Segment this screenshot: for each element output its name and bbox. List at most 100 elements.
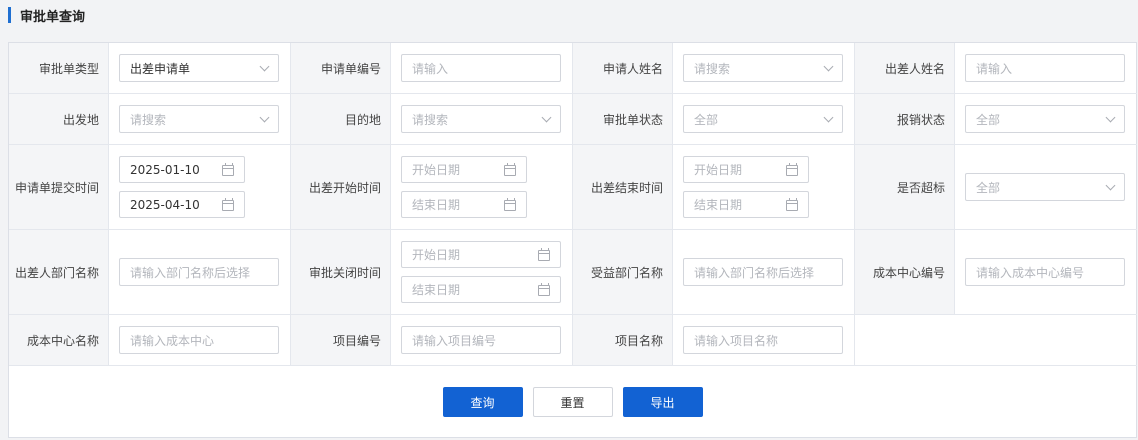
calendar-icon [504,163,516,176]
over-standard-select[interactable]: 全部 [965,173,1125,201]
export-button[interactable]: 导出 [622,387,703,417]
destination-select[interactable]: 请搜索 [401,105,561,133]
page-title: 审批单查询 [20,9,86,25]
approval-status-label: 审批单状态 [573,94,673,144]
cost-center-no-input[interactable]: 请输入成本中心编号 [965,258,1125,286]
close-time-end-input[interactable]: 结束日期 [401,276,561,303]
traveler-name-cell: 请输入 [955,43,1137,93]
form-row: 出差人部门名称 请输入部门名称后选择 审批关闭时间 开始日期 结束日期 受益部门… [9,230,1137,315]
calendar-icon [222,198,234,211]
destination-label: 目的地 [291,94,391,144]
project-name-placeholder: 请输入项目名称 [694,333,779,348]
chevron-down-icon [541,112,552,123]
cost-center-no-placeholder: 请输入成本中心编号 [976,265,1085,280]
over-standard-label: 是否超标 [855,145,955,229]
submit-time-start-input[interactable]: 2025-01-10 [119,156,245,183]
chevron-down-icon [823,61,834,72]
trip-start-time-start-input[interactable]: 开始日期 [401,156,527,183]
approval-type-select[interactable]: 出差申请单 [119,54,279,82]
traveler-name-input[interactable]: 请输入 [965,54,1125,82]
calendar-icon [538,248,550,261]
search-form-grid: 审批单类型 出差申请单 申请单编号 请输入 申请人姓名 请搜索 出差人姓名 请输… [9,43,1137,366]
cost-center-name-cell: 请输入成本中心 [109,315,291,365]
project-no-cell: 请输入项目编号 [391,315,573,365]
cost-center-name-label: 成本中心名称 [9,315,109,365]
approval-status-cell: 全部 [673,94,855,144]
benefit-dept-placeholder: 请输入部门名称后选择 [694,265,815,280]
close-time-label: 审批关闭时间 [291,230,391,314]
form-row: 申请单提交时间 2025-01-10 2025-04-10 出差开始时间 开始日… [9,145,1137,230]
calendar-icon [504,198,516,211]
trip-start-time-end-placeholder: 结束日期 [412,198,461,212]
application-no-placeholder: 请输入 [412,61,449,76]
cost-center-no-label: 成本中心编号 [855,230,955,314]
form-actions: 查询 重置 导出 [9,387,1136,417]
traveler-name-placeholder: 请输入 [976,61,1013,76]
close-time-start-placeholder: 开始日期 [412,248,461,262]
cost-center-name-input[interactable]: 请输入成本中心 [119,326,279,354]
project-no-input[interactable]: 请输入项目编号 [401,326,561,354]
over-standard-cell: 全部 [955,145,1137,229]
departure-label: 出发地 [9,94,109,144]
submit-time-start-value: 2025-01-10 [130,162,200,177]
calendar-icon [786,198,798,211]
page-header: 审批单查询 [8,6,86,25]
reset-button[interactable]: 重置 [532,387,613,417]
submit-time-end-input[interactable]: 2025-04-10 [119,191,245,218]
destination-cell: 请搜索 [391,94,573,144]
benefit-dept-input[interactable]: 请输入部门名称后选择 [683,258,843,286]
departure-placeholder: 请搜索 [130,112,167,127]
application-no-input[interactable]: 请输入 [401,54,561,82]
departure-select[interactable]: 请搜索 [119,105,279,133]
application-no-cell: 请输入 [391,43,573,93]
chevron-down-icon [823,112,834,123]
approval-status-select[interactable]: 全部 [683,105,843,133]
trip-start-time-start-placeholder: 开始日期 [412,163,461,177]
benefit-dept-cell: 请输入部门名称后选择 [673,230,855,314]
form-row: 成本中心名称 请输入成本中心 项目编号 请输入项目编号 项目名称 请输入项目名称 [9,315,1137,366]
traveler-dept-label: 出差人部门名称 [9,230,109,314]
reimbursement-status-value: 全部 [976,112,1001,127]
project-no-placeholder: 请输入项目编号 [412,333,497,348]
traveler-dept-input[interactable]: 请输入部门名称后选择 [119,258,279,286]
destination-placeholder: 请搜索 [412,112,449,127]
cost-center-name-placeholder: 请输入成本中心 [130,333,215,348]
application-no-label: 申请单编号 [291,43,391,93]
trip-start-time-label: 出差开始时间 [291,145,391,229]
applicant-name-select[interactable]: 请搜索 [683,54,843,82]
applicant-name-label: 申请人姓名 [573,43,673,93]
empty-cell [855,315,1137,365]
search-button[interactable]: 查询 [442,387,523,417]
chevron-down-icon [259,112,270,123]
approval-type-cell: 出差申请单 [109,43,291,93]
chevron-down-icon [1105,180,1116,191]
applicant-name-placeholder: 请搜索 [694,61,731,76]
calendar-icon [538,283,550,296]
traveler-name-label: 出差人姓名 [855,43,955,93]
reimbursement-status-select[interactable]: 全部 [965,105,1125,133]
close-time-cell: 开始日期 结束日期 [391,230,573,314]
project-name-input[interactable]: 请输入项目名称 [683,326,843,354]
over-standard-value: 全部 [976,180,1001,195]
submit-time-label: 申请单提交时间 [9,145,109,229]
trip-start-time-cell: 开始日期 结束日期 [391,145,573,229]
approval-type-label: 审批单类型 [9,43,109,93]
traveler-dept-cell: 请输入部门名称后选择 [109,230,291,314]
approval-type-value: 出差申请单 [130,61,191,76]
form-row: 出发地 请搜索 目的地 请搜索 审批单状态 全部 报销状态 全部 [9,94,1137,145]
calendar-icon [222,163,234,176]
submit-time-end-value: 2025-04-10 [130,197,200,212]
reimbursement-status-cell: 全部 [955,94,1137,144]
departure-cell: 请搜索 [109,94,291,144]
close-time-start-input[interactable]: 开始日期 [401,241,561,268]
trip-end-time-start-input[interactable]: 开始日期 [683,156,809,183]
trip-start-time-end-input[interactable]: 结束日期 [401,191,527,218]
applicant-name-cell: 请搜索 [673,43,855,93]
trip-end-time-cell: 开始日期 结束日期 [673,145,855,229]
chevron-down-icon [259,61,270,72]
trip-end-time-end-input[interactable]: 结束日期 [683,191,809,218]
benefit-dept-label: 受益部门名称 [573,230,673,314]
trip-end-time-label: 出差结束时间 [573,145,673,229]
cost-center-no-cell: 请输入成本中心编号 [955,230,1137,314]
traveler-dept-placeholder: 请输入部门名称后选择 [130,265,251,280]
